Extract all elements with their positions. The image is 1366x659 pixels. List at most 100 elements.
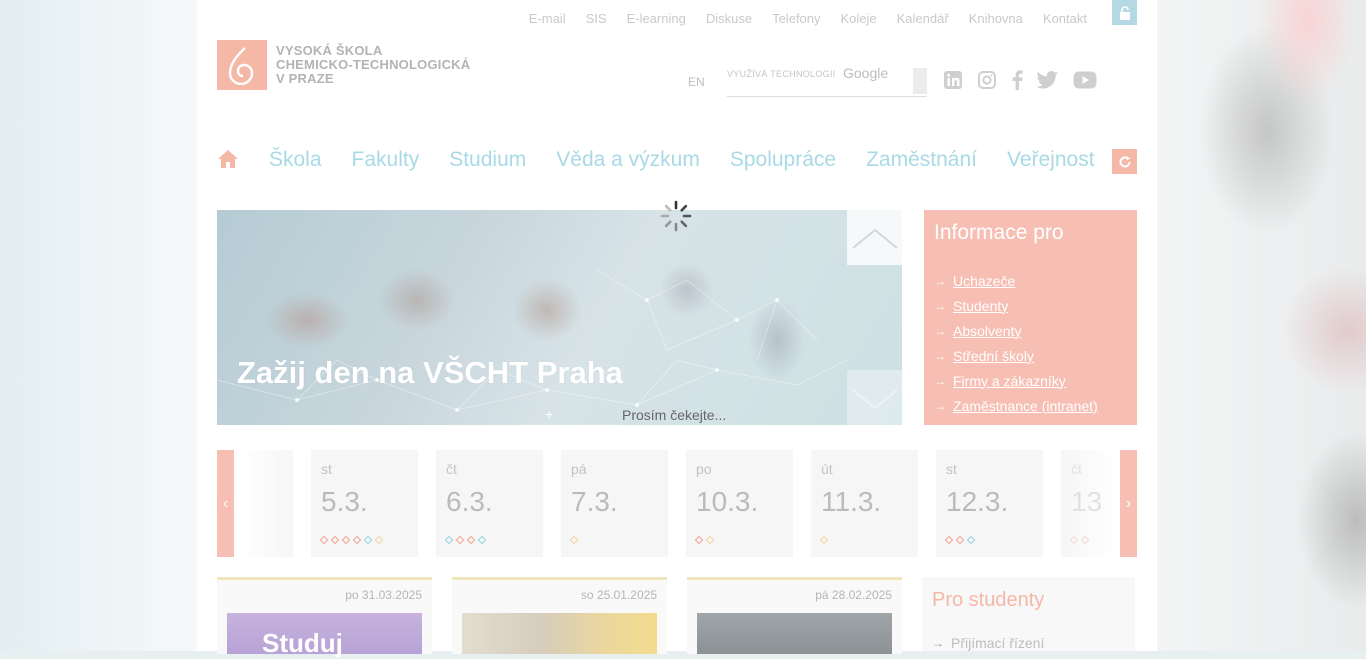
list-item[interactable]: → Přijímací řízení bbox=[932, 635, 1044, 651]
calendar-day[interactable]: út 11.3. bbox=[811, 450, 918, 557]
hero-plus-sign: + bbox=[545, 406, 554, 422]
event-dots bbox=[1069, 535, 1090, 545]
top-link-discussion[interactable]: Diskuse bbox=[706, 11, 752, 26]
calendar-day[interactable]: čt 13 bbox=[1061, 450, 1117, 557]
background-right bbox=[1157, 0, 1366, 651]
top-link-elearning[interactable]: E-learning bbox=[627, 11, 686, 26]
drop-logo-icon bbox=[217, 40, 267, 90]
instagram-icon[interactable] bbox=[977, 70, 997, 90]
link-students[interactable]: Studenty bbox=[953, 298, 1008, 314]
arrow-right-icon: → bbox=[934, 323, 946, 338]
top-link-sis[interactable]: SIS bbox=[586, 11, 607, 26]
news-card[interactable]: so 25.01.2025 bbox=[452, 577, 667, 654]
link-companies[interactable]: Firmy a zákazníky bbox=[953, 373, 1066, 389]
top-link-phones[interactable]: Telefony bbox=[772, 11, 820, 26]
calendar-day[interactable]: čt 6.3. bbox=[436, 450, 543, 557]
list-item: → Studenty bbox=[934, 293, 1098, 318]
twitter-icon[interactable] bbox=[1037, 71, 1059, 89]
chevron-up-icon bbox=[851, 228, 898, 249]
event-dot bbox=[341, 535, 351, 545]
event-dot bbox=[444, 535, 454, 545]
day-date: 10.3. bbox=[696, 486, 759, 517]
event-dot bbox=[705, 535, 715, 545]
linkedin-icon[interactable] bbox=[943, 70, 963, 90]
event-dot bbox=[944, 535, 954, 545]
lock-icon bbox=[1119, 5, 1130, 20]
event-dots bbox=[444, 535, 487, 545]
calendar-day[interactable]: po 10.3. bbox=[686, 450, 793, 557]
day-weekday: út bbox=[821, 461, 833, 477]
background-left bbox=[0, 0, 197, 651]
day-weekday: čt bbox=[446, 461, 457, 477]
arrow-right-icon: → bbox=[934, 373, 946, 388]
nav-faculties[interactable]: Fakulty bbox=[352, 148, 420, 172]
list-item: → Uchazeče bbox=[934, 268, 1098, 293]
info-box-links: → Uchazeče → Studenty → Absolventy → Střední… bbox=[934, 268, 1098, 418]
hero-title[interactable]: Zažij den na VŠCHT Praha bbox=[237, 355, 623, 391]
list-item: → Absolventy bbox=[934, 318, 1098, 343]
day-weekday: st bbox=[946, 461, 957, 477]
calendar-day[interactable]: pá 7.3. bbox=[561, 450, 668, 557]
news-image-text: Studuj bbox=[262, 628, 343, 658]
logo-line-3: V PRAZE bbox=[276, 71, 334, 86]
event-dots bbox=[569, 535, 579, 545]
top-link-contact[interactable]: Kontakt bbox=[1043, 11, 1087, 26]
event-dot bbox=[1069, 535, 1079, 545]
facebook-icon[interactable] bbox=[1011, 70, 1023, 90]
slider-down-button[interactable] bbox=[847, 370, 902, 425]
link-employees[interactable]: Zaměstnance (intranet) bbox=[953, 398, 1098, 414]
language-switch[interactable]: EN bbox=[688, 75, 705, 89]
link-alumni[interactable]: Absolventy bbox=[953, 323, 1021, 339]
search-button[interactable] bbox=[913, 68, 927, 94]
hero-slider[interactable]: Zažij den na VŠCHT Praha + bbox=[217, 210, 902, 425]
nav-study[interactable]: Studium bbox=[449, 148, 526, 172]
day-weekday: st bbox=[321, 461, 332, 477]
top-link-calendar[interactable]: Kalendář bbox=[897, 11, 949, 26]
event-dot bbox=[1080, 535, 1090, 545]
event-dots bbox=[694, 535, 715, 545]
day-date: 6.3. bbox=[446, 486, 493, 517]
refresh-button[interactable] bbox=[1112, 149, 1137, 174]
calendar-faded-edge bbox=[240, 450, 293, 557]
news-card[interactable]: pá 28.02.2025 bbox=[687, 577, 902, 654]
calendar-day[interactable]: st 5.3. bbox=[311, 450, 418, 557]
calendar-day[interactable]: st 12.3. bbox=[936, 450, 1043, 557]
network-pattern bbox=[217, 269, 848, 412]
top-link-library[interactable]: Knihovna bbox=[969, 11, 1023, 26]
loading-text: Prosím čekejte... bbox=[622, 407, 727, 423]
top-links: E-mail SIS E-learning Diskuse Telefony K… bbox=[509, 11, 1087, 26]
link-admissions[interactable]: Přijímací řízení bbox=[951, 635, 1044, 651]
link-high-schools[interactable]: Střední školy bbox=[953, 348, 1034, 364]
day-date: 5.3. bbox=[321, 486, 368, 517]
for-students-box: Pro studenty → Přijímací řízení bbox=[922, 577, 1135, 651]
event-dot bbox=[352, 535, 362, 545]
social-links bbox=[943, 70, 1097, 90]
school-logo[interactable]: VYSOKÁ ŠKOLA CHEMICKO-TECHNOLOGICKÁ V PR… bbox=[217, 40, 470, 90]
arrow-right-icon: → bbox=[934, 348, 946, 363]
event-dot bbox=[569, 535, 579, 545]
news-date: pá 28.02.2025 bbox=[815, 588, 892, 602]
nav-employment[interactable]: Zaměstnání bbox=[866, 148, 977, 172]
top-link-email[interactable]: E-mail bbox=[529, 11, 566, 26]
slider-up-button[interactable] bbox=[847, 210, 902, 265]
calendar-prev-button[interactable]: ‹ bbox=[217, 450, 234, 557]
search-box[interactable]: VYUŽÍVÁ TECHNOLOGII Google bbox=[727, 64, 927, 97]
search-engine-label: Google bbox=[843, 65, 889, 81]
nav-school[interactable]: Škola bbox=[269, 148, 322, 172]
day-date: 13 bbox=[1071, 486, 1103, 517]
login-button[interactable] bbox=[1112, 0, 1137, 25]
link-applicants[interactable]: Uchazeče bbox=[953, 273, 1015, 289]
arrow-right-icon: → bbox=[934, 273, 946, 288]
news-card[interactable]: po 31.03.2025 Studuj bbox=[217, 577, 432, 658]
students-box-title: Pro studenty bbox=[932, 589, 1045, 611]
home-icon[interactable] bbox=[217, 149, 239, 171]
calendar-next-button[interactable]: › bbox=[1120, 450, 1137, 557]
event-dot bbox=[363, 535, 373, 545]
top-link-dorms[interactable]: Koleje bbox=[841, 11, 877, 26]
list-item: → Střední školy bbox=[934, 343, 1098, 368]
event-dots bbox=[944, 535, 976, 545]
nav-public[interactable]: Veřejnost bbox=[1007, 148, 1095, 172]
nav-cooperation[interactable]: Spolupráce bbox=[730, 148, 836, 172]
nav-research[interactable]: Věda a výzkum bbox=[556, 148, 700, 172]
youtube-icon[interactable] bbox=[1073, 71, 1097, 89]
